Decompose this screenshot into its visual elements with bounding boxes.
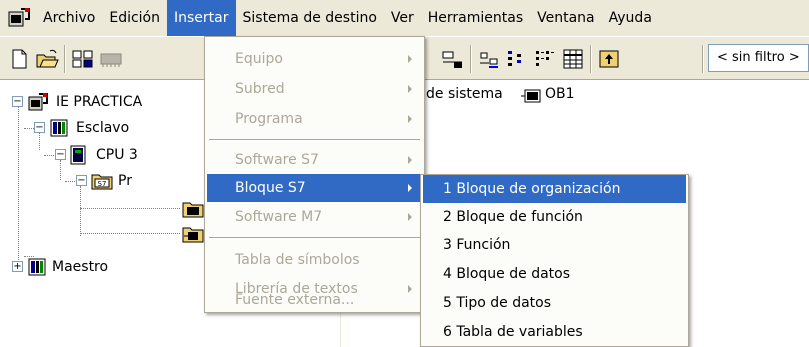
menu-item-programa[interactable]: Programa — [207, 105, 422, 133]
menu-item-bloque-s7[interactable]: Bloque S7 — [207, 174, 422, 202]
menu-separator — [209, 237, 420, 239]
tree-line — [80, 208, 180, 209]
tree-line — [60, 160, 61, 180]
ob1-label[interactable]: OB1 — [545, 86, 575, 102]
menu-item-label: Fuente externa... — [235, 292, 355, 308]
menu-ventana[interactable]: Ventana — [530, 0, 602, 36]
tree-item-program[interactable]: Pr — [118, 173, 132, 189]
tree-line — [39, 132, 40, 150]
insertar-menu: Equipo Subred Programa Software S7 Bloqu… — [204, 36, 425, 313]
station-icon — [50, 119, 68, 141]
menu-insertar[interactable]: Insertar — [167, 0, 236, 36]
submenu-arrow-icon — [408, 85, 412, 93]
toolbar-separator — [590, 45, 592, 73]
tree-line — [18, 102, 19, 260]
menu-item-label: Software S7 — [235, 152, 319, 168]
collapse-esclavo-toggle[interactable]: − — [34, 122, 45, 133]
menu-item-funcion[interactable]: 3 Función — [423, 231, 686, 259]
menu-bar: Archivo Edición Insertar Sistema de dest… — [0, 0, 809, 36]
menu-item-label: Programa — [235, 111, 303, 127]
menu-item-tabla-de-variables[interactable]: 6 Tabla de variables — [423, 318, 686, 346]
details-view-icon[interactable] — [560, 46, 586, 72]
menu-item-equipo[interactable]: Equipo — [207, 45, 422, 73]
menu-archivo[interactable]: Archivo — [36, 0, 102, 36]
menu-item-label: Software M7 — [235, 209, 323, 225]
bloque-s7-submenu: 1 Bloque de organización 2 Bloque de fun… — [420, 174, 689, 347]
menu-ver[interactable]: Ver — [384, 0, 421, 36]
network-node-icon[interactable] — [440, 46, 466, 72]
collapse-program-toggle[interactable]: − — [76, 175, 87, 186]
tree-item-project[interactable]: IE PRACTICA — [56, 94, 142, 110]
menu-ayuda[interactable]: Ayuda — [602, 0, 659, 36]
svg-text:S7: S7 — [98, 180, 107, 188]
submenu-arrow-icon — [408, 285, 412, 293]
tree-item-maestro[interactable]: Maestro — [52, 259, 108, 275]
menu-item-label: Bloque S7 — [235, 180, 306, 196]
submenu-arrow-icon — [408, 184, 412, 192]
small-icons-view-icon[interactable] — [504, 46, 530, 72]
simatic-manager-icon — [7, 6, 31, 30]
menu-item-subred[interactable]: Subred — [207, 75, 422, 103]
menu-edicion[interactable]: Edición — [102, 0, 167, 36]
collapse-cpu-toggle[interactable]: − — [55, 149, 66, 160]
menu-item-bloque-de-datos[interactable]: 4 Bloque de datos — [423, 260, 686, 288]
block-icon — [521, 89, 543, 107]
tree-line — [80, 233, 180, 234]
submenu-arrow-icon — [408, 156, 412, 164]
system-data-label[interactable]: de sistema — [426, 86, 503, 102]
menu-item-bloque-de-organizacion[interactable]: 1 Bloque de organización — [423, 175, 686, 203]
filter-dropdown[interactable]: < sin filtro > — [708, 44, 809, 72]
menu-herramientas[interactable]: Herramientas — [421, 0, 530, 36]
cpu-icon — [70, 145, 86, 169]
tree-line — [44, 155, 54, 156]
toolbar-separator — [64, 45, 66, 73]
collapse-root-toggle[interactable]: − — [12, 96, 23, 107]
tree-item-esclavo[interactable]: Esclavo — [76, 120, 129, 136]
list-view-icon[interactable] — [532, 46, 558, 72]
tree-line — [65, 181, 75, 182]
s7-program-icon: S7 — [91, 172, 113, 194]
menu-sistema-de-destino[interactable]: Sistema de destino — [236, 0, 384, 36]
menu-separator — [209, 139, 420, 141]
menu-item-tipo-de-datos[interactable]: 5 Tipo de datos — [423, 289, 686, 317]
tree-line — [24, 256, 34, 257]
menu-item-fuente-externa[interactable]: Fuente externa... — [207, 292, 422, 315]
toolbar-separator — [702, 45, 704, 73]
blocks-folder-icon — [182, 225, 204, 247]
memory-card-icon — [98, 46, 124, 72]
new-file-icon[interactable] — [6, 46, 32, 72]
up-one-level-icon[interactable] — [596, 46, 622, 72]
tree-item-cpu[interactable]: CPU 3 — [96, 147, 138, 163]
toolbar-separator — [470, 45, 472, 73]
project-icon — [27, 91, 49, 117]
station-icon — [28, 258, 46, 280]
menu-item-label: Equipo — [235, 51, 283, 67]
large-icons-view-icon[interactable] — [476, 46, 502, 72]
open-folder-icon[interactable] — [34, 46, 60, 72]
submenu-arrow-icon — [408, 213, 412, 221]
menu-item-tabla-de-simbolos[interactable]: Tabla de símbolos — [207, 246, 422, 274]
tree-line — [80, 186, 81, 236]
menu-item-software-s7[interactable]: Software S7 — [207, 146, 422, 174]
submenu-arrow-icon — [408, 55, 412, 63]
accessible-nodes-icon[interactable] — [70, 46, 96, 72]
tree-line — [24, 128, 34, 129]
expand-maestro-toggle[interactable]: + — [12, 261, 23, 272]
menu-item-label: Subred — [235, 81, 285, 97]
menu-item-label: Tabla de símbolos — [235, 252, 360, 268]
menu-item-software-m7[interactable]: Software M7 — [207, 203, 422, 231]
folder-icon — [182, 200, 204, 222]
menu-item-bloque-de-funcion[interactable]: 2 Bloque de función — [423, 203, 686, 231]
submenu-arrow-icon — [408, 115, 412, 123]
